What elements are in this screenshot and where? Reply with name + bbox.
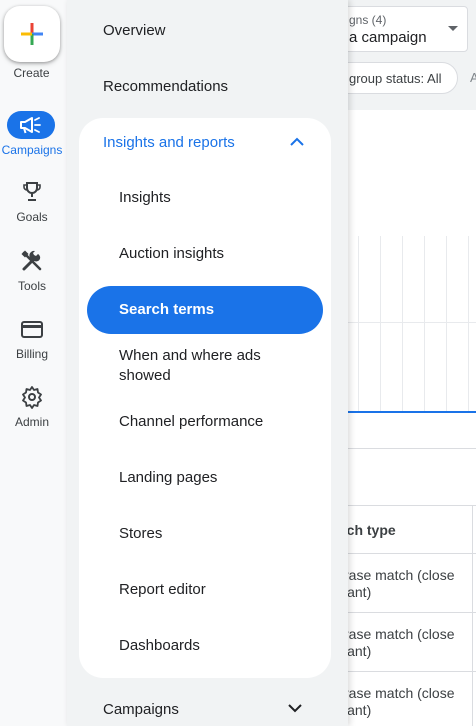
rail-item-billing[interactable]: Billing [0,315,64,375]
chevron-up-icon[interactable] [290,137,304,147]
match-type-column-header[interactable]: tch type [342,522,396,538]
rail-item-label: Campaigns [1,143,63,157]
create-button[interactable] [4,6,60,62]
sub-item-when-where-ads-showed[interactable]: When and where ads showed [119,346,279,386]
sub-item-label: Search terms [119,301,215,318]
match-type-cell: rase match (close [344,626,455,642]
chart-gridline [446,236,447,412]
dropdown-caret-icon [448,26,458,31]
insights-reports-section: Insights and reports Insights Auction in… [79,118,331,678]
sub-item-report-editor[interactable]: Report editor [119,580,206,600]
create-label: Create [13,66,50,80]
column-divider [472,554,473,613]
rail-item-admin[interactable]: Admin [0,383,64,443]
chevron-down-icon[interactable] [288,703,302,713]
add-filter-link[interactable]: A [470,70,476,85]
campaign-selector-label: gns (4) [349,13,387,27]
sub-item-search-terms[interactable]: Search terms [87,286,323,334]
column-divider [472,613,473,672]
sub-item-channel-performance[interactable]: Channel performance [119,412,263,432]
campaign-selector-value: a campaign [349,29,427,46]
rail-item-label: Billing [15,347,48,361]
active-indicator [7,111,55,139]
drawer-item-recommendations[interactable]: Recommendations [103,78,228,95]
chart-gridline [380,236,381,412]
insights-reports-toggle[interactable]: Insights and reports [103,134,235,151]
column-divider [472,506,473,555]
chart-baseline [340,411,476,413]
chart-gridline [340,322,476,323]
match-type-cell: rase match (close [344,567,455,583]
rail-item-label: Tools [17,279,46,293]
megaphone-icon [20,117,41,134]
match-type-cell-cont: iant) [344,643,372,659]
drawer-item-overview[interactable]: Overview [103,22,166,39]
nav-rail: Create Campaigns Goals Tools Billing Adm… [0,0,67,726]
sub-item-insights[interactable]: Insights [119,188,171,208]
chart-gridline [402,236,403,412]
rail-item-goals[interactable]: Goals [0,178,64,238]
gear-icon [22,386,42,409]
plus-icon [21,23,43,45]
sub-item-auction-insights[interactable]: Auction insights [119,244,224,264]
trophy-icon [23,182,41,201]
chart-gridline [424,236,425,412]
rail-item-tools[interactable]: Tools [0,247,64,307]
credit-card-icon [21,321,43,338]
column-divider [472,672,473,726]
sub-item-landing-pages[interactable]: Landing pages [119,468,217,488]
match-type-cell-cont: iant) [344,702,372,718]
tools-icon [21,250,42,271]
rail-item-label: Admin [14,415,49,429]
rail-item-campaigns[interactable]: Campaigns [0,106,64,166]
match-type-cell: rase match (close [344,685,455,701]
chart-gridline [468,236,469,412]
drawer-item-campaigns[interactable]: Campaigns [103,701,179,718]
sub-item-stores[interactable]: Stores [119,524,162,544]
rail-item-label: Goals [16,210,48,224]
match-type-cell-cont: iant) [344,584,372,600]
chart-gridline [358,236,359,412]
sub-item-dashboards[interactable]: Dashboards [119,636,200,656]
nav-drawer: Overview Recommendations Insights and re… [67,0,348,726]
